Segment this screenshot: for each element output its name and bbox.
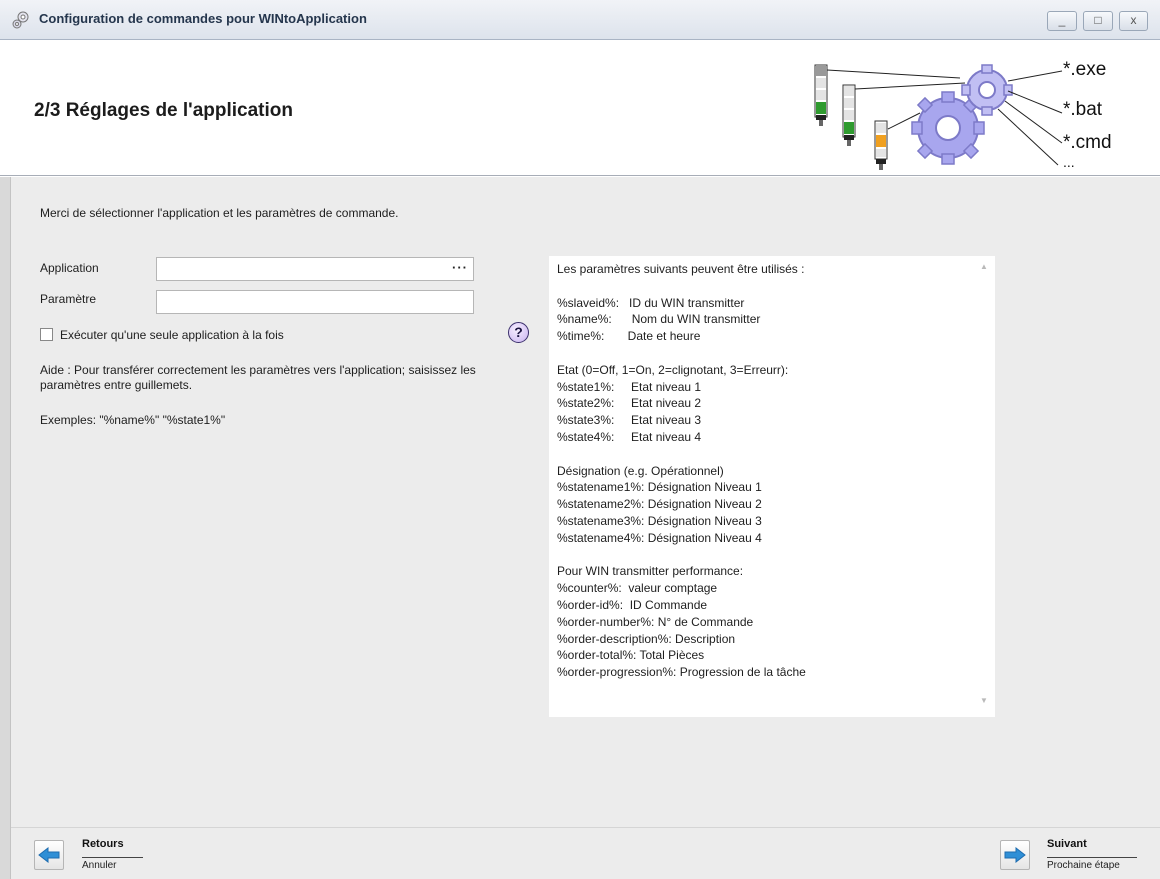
wizard-header: 2/3 Réglages de l'application *.exe *.ba… <box>0 41 1160 176</box>
examples-text: Exemples: "%name%" "%state1%" <box>40 413 226 427</box>
next-button[interactable] <box>1000 840 1030 870</box>
banner-ext-exe: *.exe <box>1063 59 1106 80</box>
scroll-down-icon[interactable]: ▼ <box>977 696 991 710</box>
application-label: Application <box>40 261 99 275</box>
intro-text: Merci de sélectionner l'application et l… <box>40 206 399 220</box>
close-button[interactable]: x <box>1119 11 1148 31</box>
parameters-text: Les paramètres suivants peuvent être uti… <box>557 262 806 680</box>
window-title: Configuration de commandes pour WINtoApp… <box>39 11 367 26</box>
back-label[interactable]: Retours <box>82 838 124 850</box>
parameter-input[interactable] <box>156 290 474 314</box>
scroll-up-icon[interactable]: ▲ <box>977 262 991 276</box>
parameter-label: Paramètre <box>40 292 97 306</box>
banner-ext-more: ... <box>1063 154 1075 170</box>
application-input[interactable]: ··· <box>156 257 474 281</box>
browse-button[interactable]: ··· <box>452 260 468 275</box>
help-text: Aide : Pour transférer correctement les … <box>40 363 476 392</box>
parameters-panel[interactable]: Les paramètres suivants peuvent être uti… <box>549 256 995 717</box>
banner-ext-bat: *.bat <box>1063 99 1103 120</box>
arrow-left-icon <box>38 847 60 863</box>
banner-ext-cmd: *.cmd <box>1063 132 1112 153</box>
help-icon[interactable]: ? <box>508 322 529 343</box>
back-sublabel: Annuler <box>82 857 143 871</box>
signal-tower-icon <box>814 64 828 126</box>
signal-tower-icon <box>842 84 856 146</box>
wizard-footer: Retours Annuler Suivant Prochaine étape <box>11 827 1160 879</box>
maximize-button[interactable]: □ <box>1083 11 1113 31</box>
single-instance-checkbox[interactable] <box>40 328 53 341</box>
banner-illustration: *.exe *.bat *.cmd ... <box>814 59 1112 170</box>
next-sublabel: Prochaine étape <box>1047 857 1137 871</box>
back-button[interactable] <box>34 840 64 870</box>
signal-tower-icon <box>874 120 888 170</box>
left-frame <box>0 177 11 879</box>
arrow-right-icon <box>1004 847 1026 863</box>
gear-app-icon <box>11 10 31 30</box>
title-bar: Configuration de commandes pour WINtoApp… <box>0 0 1160 40</box>
next-label[interactable]: Suivant <box>1047 838 1087 850</box>
minimize-button[interactable]: _ <box>1047 11 1077 31</box>
single-instance-label[interactable]: Exécuter qu'une seule application à la f… <box>60 328 284 342</box>
page-title: 2/3 Réglages de l'application <box>34 100 293 121</box>
